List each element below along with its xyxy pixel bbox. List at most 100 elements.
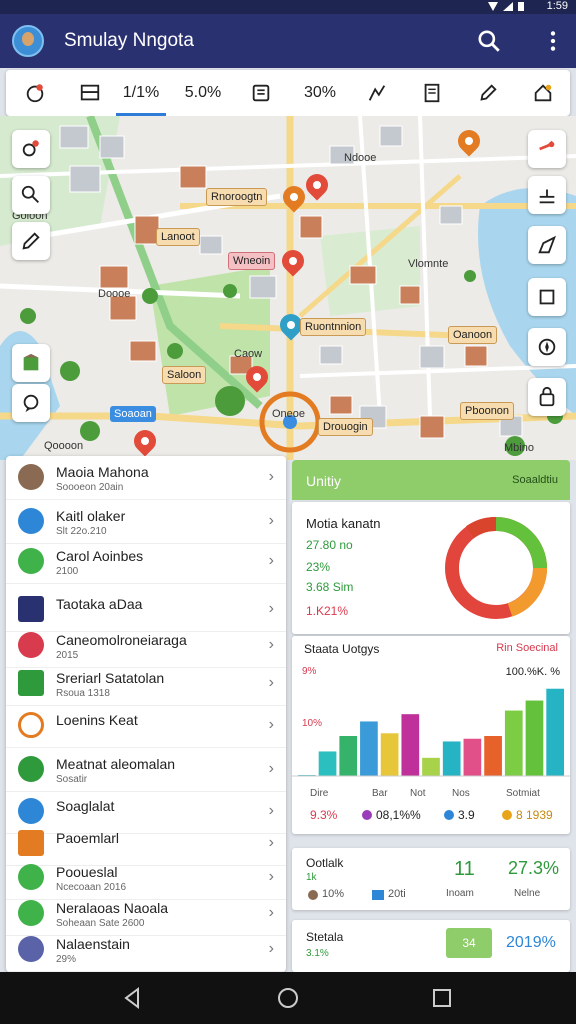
app-title: Smulay Nngota: [64, 30, 194, 51]
chevron-right-icon: ›: [268, 468, 274, 485]
x-tick-label: Not: [410, 788, 426, 799]
map-tool-compass[interactable]: [528, 328, 566, 366]
list-item[interactable]: Sreriarl Satatolan Rsoua 1318 ›: [6, 662, 286, 706]
building-icon: [18, 464, 44, 490]
chart-bar: [463, 738, 482, 776]
map-tool-shape[interactable]: [528, 226, 566, 264]
chevron-right-icon: ›: [268, 760, 274, 777]
map-tool-lock[interactable]: [528, 378, 566, 416]
map-label: Ndooe: [344, 152, 377, 164]
chevron-right-icon: ›: [268, 904, 274, 921]
donut-card: Motia kanatn 27.80 no 23% 3.68 Sim 1.K21…: [292, 502, 570, 634]
tab-home[interactable]: [518, 70, 568, 116]
chevron-right-icon: ›: [268, 674, 274, 691]
tab-route[interactable]: [352, 70, 402, 116]
wifi-icon: [18, 508, 44, 534]
back-icon[interactable]: [120, 986, 144, 1010]
map-label[interactable]: Saloon: [162, 366, 207, 384]
map-label[interactable]: Ruontnnion: [300, 318, 367, 336]
zoom-icon: [21, 185, 39, 203]
chevron-right-icon: ›: [268, 636, 274, 653]
bottom-card: Stetala 3.1% 34 2019%: [292, 920, 570, 972]
map-tool-pin[interactable]: [528, 130, 566, 168]
shape-icon: [538, 235, 557, 254]
chevron-right-icon: ›: [268, 512, 274, 529]
pencil-icon: [480, 84, 497, 101]
value-badge[interactable]: 34: [446, 928, 492, 958]
tab-ratio[interactable]: 1/1%: [116, 70, 166, 116]
tab-percent[interactable]: 5.0%: [178, 70, 228, 116]
home-icon[interactable]: [276, 986, 300, 1010]
places-list: Maoia Mahona Soooeon 20ain › Kaitl olaker S…: [6, 456, 286, 972]
list-item[interactable]: Maoia Mahona Soooeon 20ain ›: [6, 456, 286, 500]
ruler-icon: [539, 189, 555, 204]
map-label[interactable]: Lanoot: [156, 228, 200, 246]
square-icon: [539, 289, 555, 305]
map-label[interactable]: Rnoroogtn: [206, 188, 268, 206]
dot-icon: [444, 810, 454, 820]
chevron-right-icon: ›: [268, 552, 274, 569]
panel-action[interactable]: Soaaldtiu: [512, 474, 558, 486]
card-title: Staata Uotgys: [304, 642, 380, 656]
map-tool-gps[interactable]: [12, 130, 50, 168]
map-label[interactable]: Soaoan: [110, 406, 156, 422]
map-tool-comment[interactable]: [12, 384, 50, 422]
circle-icon: [18, 936, 44, 962]
card-title: Stetala: [306, 930, 344, 944]
summary-card: Ootlalk 1k 10% 20ti 11 Inoam 27.3% Nelne: [292, 848, 570, 910]
status-bar: 1:59: [0, 0, 576, 14]
list-item[interactable]: Loenins Keat ›: [6, 704, 286, 748]
map-label: Vlomnte: [408, 258, 449, 270]
map-label[interactable]: Oanoon: [448, 326, 498, 344]
map-tool-measure[interactable]: [528, 176, 566, 214]
list-item[interactable]: Kaitl olaker Slt 22o.210 ›: [6, 500, 286, 544]
wifi-icon: [488, 2, 498, 11]
chevron-right-icon: ›: [268, 802, 274, 819]
chart-bar: [360, 721, 378, 776]
system-nav-bar: [0, 972, 576, 1024]
map-label[interactable]: Drouogin: [318, 418, 373, 436]
map-label: Oneoe: [272, 408, 306, 420]
tab-location[interactable]: [10, 70, 60, 116]
tab-layers[interactable]: [64, 70, 116, 116]
lines-icon: [18, 756, 44, 782]
map-view[interactable]: Rnoroogtn Lanoot Wneoin Ruontnnion Saloo…: [0, 116, 576, 460]
list-item[interactable]: Meatnat aleomalan Sosatir ›: [6, 748, 286, 792]
edit-icon: [22, 232, 40, 250]
map-tool-3d[interactable]: [12, 344, 50, 382]
list-item[interactable]: Carol Aoinbes 2100 ›: [6, 540, 286, 584]
tab-draw[interactable]: [462, 70, 514, 116]
chart-bar: [401, 714, 420, 776]
tab-document[interactable]: [406, 70, 458, 116]
dollar-icon: [18, 864, 44, 890]
chevron-right-icon: ›: [268, 600, 274, 617]
panel-title: Unitiy: [306, 473, 342, 489]
notes-icon: [252, 84, 270, 102]
map-label[interactable]: Pboonon: [460, 402, 515, 420]
avatar[interactable]: [12, 25, 44, 57]
chart-bar: [318, 751, 337, 776]
chart-icon: [372, 890, 384, 900]
map-label[interactable]: Wneoin: [228, 252, 276, 270]
gps-icon: [22, 140, 39, 157]
list-item[interactable]: Nalaenstain 29% ›: [6, 928, 286, 972]
chart-bar: [422, 757, 440, 776]
panel-header: Unitiy Soaaldtiu: [292, 460, 570, 500]
x-tick-label: Bar: [372, 788, 388, 799]
map-tool-search[interactable]: [12, 176, 50, 214]
chevron-right-icon: ›: [268, 716, 274, 733]
search-icon[interactable]: [476, 28, 502, 54]
map-tool-draw[interactable]: [12, 222, 50, 260]
recents-icon[interactable]: [430, 986, 454, 1010]
tab-notes[interactable]: [236, 70, 286, 116]
map-label: Doooe: [98, 288, 131, 300]
home-alert-icon: [534, 84, 552, 102]
more-vert-icon[interactable]: [540, 28, 566, 54]
chevron-right-icon: ›: [268, 868, 274, 885]
tab-thirty[interactable]: 30%: [296, 70, 344, 116]
status-time: 1:59: [546, 0, 568, 12]
chevron-right-icon: ›: [268, 940, 274, 957]
map-tool-square[interactable]: [528, 278, 566, 316]
chart-bar: [484, 736, 502, 776]
dot-icon: [362, 810, 372, 820]
